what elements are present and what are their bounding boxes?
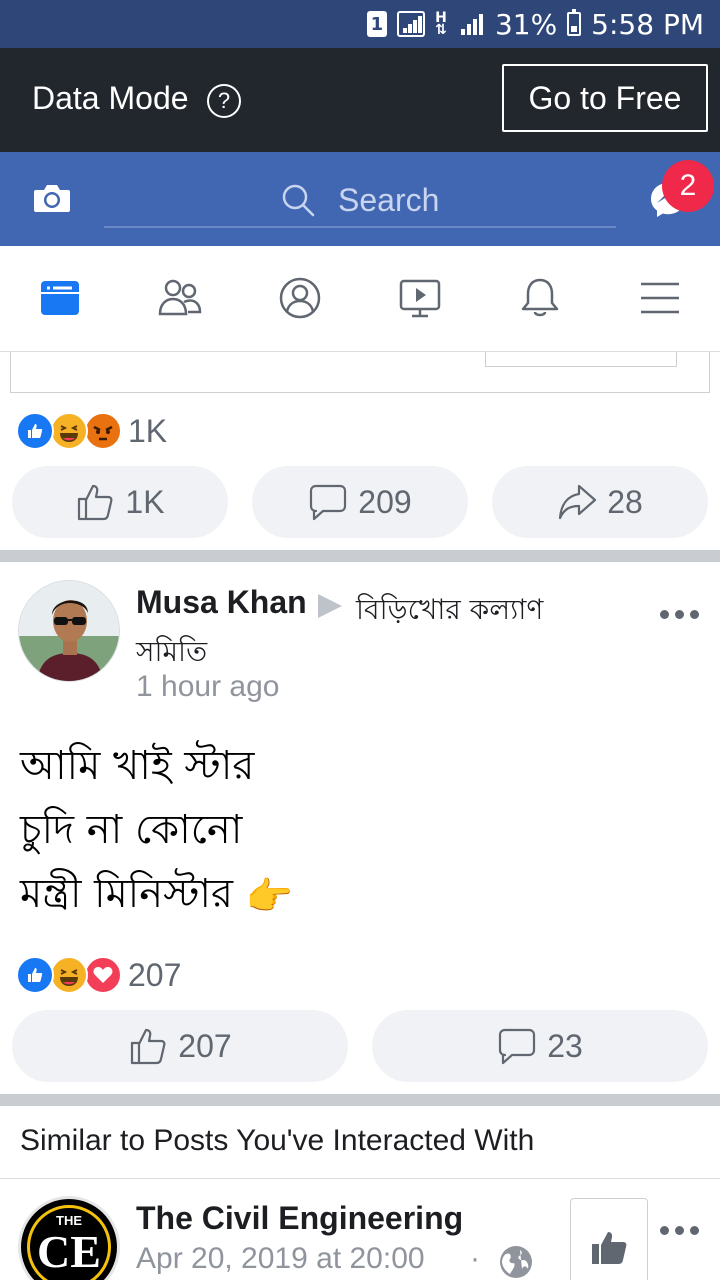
- love-reaction-icon: [84, 956, 122, 994]
- haha-reaction-icon: [50, 412, 88, 450]
- section-divider: [0, 1178, 720, 1179]
- share-arrow-icon: [559, 484, 597, 520]
- thumbs-up-icon: [78, 484, 113, 521]
- haha-reaction-icon: [50, 956, 88, 994]
- share-button[interactable]: 28: [492, 466, 708, 538]
- post-text-line-3: মন্ত্রী মিনিস্টার 👉: [20, 862, 293, 928]
- shared-to-arrow-icon: [318, 594, 342, 618]
- signal-sim2-icon: [457, 11, 485, 37]
- like-page-button[interactable]: [570, 1198, 648, 1280]
- profile-icon[interactable]: [278, 276, 322, 320]
- notifications-bell-icon[interactable]: [518, 276, 562, 320]
- data-mode-bar: Data Mode ? Go to Free: [0, 48, 720, 152]
- post-timestamp[interactable]: 1 hour ago: [136, 670, 279, 704]
- friends-icon[interactable]: [158, 276, 202, 320]
- comment-button[interactable]: 209: [252, 466, 468, 538]
- post-reaction-count: 207: [128, 956, 182, 993]
- data-mode-label: Data Mode: [32, 80, 189, 116]
- post-text-line-2: চুদি না কোনো: [20, 807, 243, 853]
- page-name[interactable]: The Civil Engineering: [136, 1200, 463, 1237]
- comment-count: 209: [358, 483, 412, 520]
- nav-tab-bar: [0, 246, 720, 352]
- similar-posts-heading: Similar to Posts You've Interacted With: [20, 1124, 535, 1157]
- search-icon: [282, 184, 315, 217]
- group-name[interactable]: বিড়িখোর কল্যাণ: [356, 588, 543, 635]
- menu-hamburger-icon[interactable]: [638, 276, 682, 320]
- like-reaction-icon: [16, 956, 54, 994]
- camera-icon[interactable]: [32, 182, 72, 214]
- top-header: Search: [0, 152, 720, 246]
- like-reaction-icon: [16, 412, 54, 450]
- post-comment-count: 23: [547, 1027, 583, 1064]
- author-avatar[interactable]: [18, 580, 120, 682]
- clock: 5:58 PM: [591, 7, 704, 41]
- similar-post-more-icon[interactable]: [660, 1226, 700, 1238]
- link-preview-card[interactable]: [10, 352, 710, 393]
- network-type-icon: H ⇅: [435, 10, 447, 38]
- feed-separator: [0, 1094, 720, 1106]
- page-logo[interactable]: THE CE: [18, 1196, 120, 1280]
- link-preview-button[interactable]: [485, 352, 677, 367]
- post-text-line-1: আমি খাই স্টার: [20, 743, 255, 789]
- watch-icon[interactable]: [398, 276, 442, 320]
- news-feed-icon[interactable]: [38, 276, 82, 320]
- post-comment-button[interactable]: 23: [372, 1010, 708, 1082]
- like-count: 1K: [125, 483, 165, 520]
- post-like-button[interactable]: 207: [12, 1010, 348, 1082]
- status-bar: 1 H ⇅ 31% 5:58 PM: [0, 0, 720, 48]
- reactions-summary[interactable]: 1K: [16, 412, 167, 450]
- comment-bubble-icon: [499, 1028, 536, 1065]
- battery-icon: [567, 9, 582, 36]
- search-input[interactable]: Search: [104, 174, 616, 228]
- reaction-count: 1K: [128, 412, 168, 449]
- battery-percent: 31%: [494, 7, 558, 41]
- post-like-count: 207: [178, 1027, 232, 1064]
- go-to-free-button[interactable]: Go to Free: [502, 64, 708, 132]
- sim-icon: 1: [366, 11, 387, 37]
- page-post-timestamp[interactable]: Apr 20, 2019 at 20:00: [136, 1242, 425, 1276]
- thumbs-up-icon: [592, 1232, 627, 1264]
- signal-sim1-icon: [396, 11, 425, 37]
- comment-bubble-icon: [310, 484, 347, 521]
- angry-reaction-icon: [84, 412, 122, 450]
- feed-separator: [0, 550, 720, 562]
- post-reactions-summary[interactable]: 207: [16, 956, 181, 994]
- meta-separator: ·: [470, 1242, 480, 1275]
- share-count: 28: [607, 483, 643, 520]
- search-placeholder: Search: [338, 182, 440, 218]
- help-icon[interactable]: ?: [207, 84, 241, 118]
- message-count-badge: 2: [662, 160, 714, 212]
- like-button[interactable]: 1K: [12, 466, 228, 538]
- post-options-more-icon[interactable]: [660, 610, 700, 622]
- thumbs-up-icon: [131, 1028, 166, 1065]
- post-author-name[interactable]: Musa Khan: [136, 584, 307, 621]
- pointing-hand-emoji: 👉: [245, 874, 294, 918]
- globe-public-icon: [500, 1246, 532, 1278]
